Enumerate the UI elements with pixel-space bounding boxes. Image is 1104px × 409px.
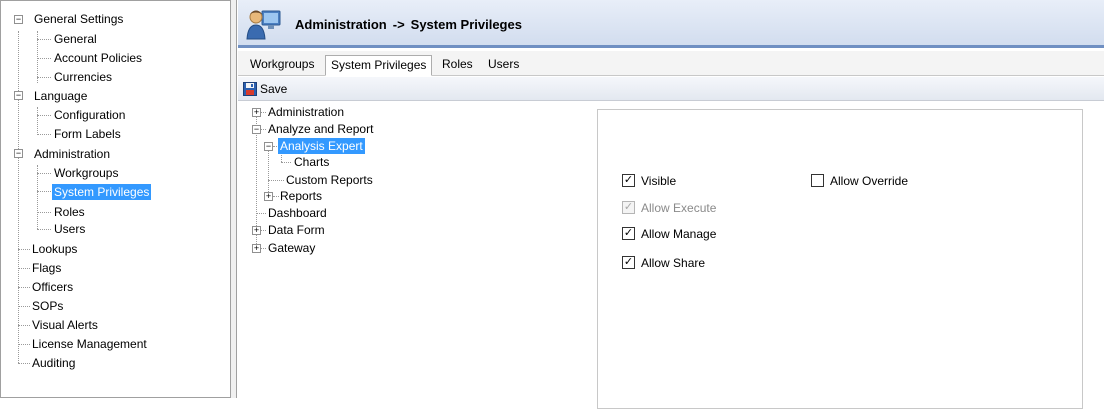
privilege-tree[interactable]: + Administration − Analyze and Report − … bbox=[238, 102, 588, 398]
tab-workgroups[interactable]: Workgroups bbox=[245, 55, 319, 76]
collapse-administration-icon[interactable]: − bbox=[14, 149, 23, 158]
nav-item-license-management[interactable]: License Management bbox=[30, 336, 149, 352]
nav-item-general-settings[interactable]: General Settings bbox=[32, 11, 125, 27]
nav-item-workgroups[interactable]: Workgroups bbox=[52, 165, 120, 181]
expand-gateway-icon[interactable]: + bbox=[252, 244, 261, 253]
nav-item-account-policies[interactable]: Account Policies bbox=[52, 50, 144, 66]
pane-splitter[interactable] bbox=[231, 0, 237, 398]
priv-item-gateway[interactable]: Gateway bbox=[266, 240, 317, 256]
tab-strip: Workgroups System Privileges Roles Users bbox=[238, 51, 1104, 76]
nav-item-language[interactable]: Language bbox=[32, 88, 89, 104]
nav-item-roles[interactable]: Roles bbox=[52, 204, 87, 220]
tab-roles[interactable]: Roles bbox=[437, 55, 478, 76]
nav-item-flags[interactable]: Flags bbox=[30, 260, 63, 276]
nav-item-form-labels[interactable]: Form Labels bbox=[52, 126, 123, 142]
privileges-content: + Administration − Analyze and Report − … bbox=[238, 102, 1104, 409]
priv-item-reports[interactable]: Reports bbox=[278, 188, 324, 204]
page-title: Administration -> System Privileges bbox=[295, 17, 522, 32]
nav-item-configuration[interactable]: Configuration bbox=[52, 107, 127, 123]
priv-item-administration[interactable]: Administration bbox=[266, 104, 346, 120]
nav-item-users[interactable]: Users bbox=[52, 221, 87, 237]
expand-reports-icon[interactable]: + bbox=[264, 192, 273, 201]
priv-item-analysis-expert[interactable]: Analysis Expert bbox=[278, 138, 365, 154]
nav-item-sops[interactable]: SOPs bbox=[30, 298, 65, 314]
nav-item-currencies[interactable]: Currencies bbox=[52, 69, 114, 85]
nav-item-administration[interactable]: Administration bbox=[32, 146, 112, 162]
page-header: Administration -> System Privileges bbox=[238, 0, 1104, 48]
tab-system-privileges[interactable]: System Privileges bbox=[325, 55, 433, 76]
nav-item-visual-alerts[interactable]: Visual Alerts bbox=[30, 317, 100, 333]
check-icon: ✓ bbox=[622, 174, 635, 187]
nav-item-auditing[interactable]: Auditing bbox=[30, 355, 77, 371]
priv-item-custom-reports[interactable]: Custom Reports bbox=[284, 172, 375, 188]
check-icon: ✓ bbox=[622, 227, 635, 240]
floppy-disk-icon bbox=[243, 82, 257, 96]
expand-data-form-icon[interactable]: + bbox=[252, 226, 261, 235]
check-icon: ✓ bbox=[622, 256, 635, 269]
nav-item-general[interactable]: General bbox=[52, 31, 99, 47]
main-pane: Administration -> System Privileges Workgr… bbox=[238, 0, 1104, 409]
collapse-analyze-report-icon[interactable]: − bbox=[252, 125, 261, 134]
nav-item-lookups[interactable]: Lookups bbox=[30, 241, 79, 257]
toolbar: Save bbox=[238, 77, 1104, 101]
priv-item-analyze-and-report[interactable]: Analyze and Report bbox=[266, 121, 375, 137]
settings-nav-tree[interactable]: − General Settings General Account Polic… bbox=[0, 0, 231, 398]
nav-item-officers[interactable]: Officers bbox=[30, 279, 75, 295]
tab-users[interactable]: Users bbox=[483, 55, 524, 76]
priv-item-dashboard[interactable]: Dashboard bbox=[266, 205, 329, 221]
save-button[interactable]: Save bbox=[243, 80, 287, 98]
priv-item-data-form[interactable]: Data Form bbox=[266, 222, 327, 238]
collapse-general-settings-icon[interactable]: − bbox=[14, 15, 23, 24]
nav-item-system-privileges[interactable]: System Privileges bbox=[52, 184, 152, 200]
collapse-analysis-expert-icon[interactable]: − bbox=[264, 142, 273, 151]
expand-administration-icon[interactable]: + bbox=[252, 108, 261, 117]
collapse-language-icon[interactable]: − bbox=[14, 91, 23, 100]
check-icon: ✓ bbox=[622, 201, 635, 214]
priv-item-charts[interactable]: Charts bbox=[292, 154, 331, 170]
admin-users-icon bbox=[246, 10, 281, 40]
privilege-settings-panel: ✓ Visible Allow Override ✓ Allow Execute… bbox=[597, 109, 1083, 409]
